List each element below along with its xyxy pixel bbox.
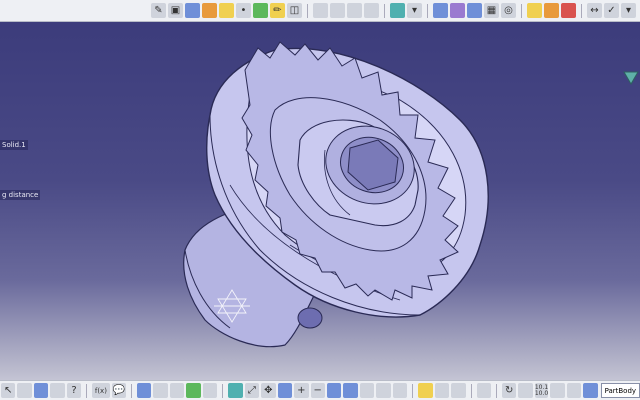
table-icon[interactable] (137, 383, 152, 398)
toolbar-separator (470, 383, 472, 398)
toolbar-separator (86, 383, 88, 398)
zoom-out-icon[interactable]: − (310, 383, 325, 398)
lock-icon[interactable] (169, 383, 185, 398)
toolbar-separator (131, 383, 132, 398)
swap-space-icon[interactable] (392, 383, 408, 398)
parameters-icon[interactable] (550, 383, 565, 398)
fly-icon[interactable] (228, 383, 243, 398)
toolbar-separator (495, 383, 497, 398)
measure-item-icon[interactable] (566, 383, 582, 398)
show-icon[interactable] (202, 383, 218, 398)
select-icon[interactable]: ↖ (1, 383, 16, 398)
toolbar-separator (412, 383, 414, 398)
part-body-selector[interactable]: PartBody (600, 383, 640, 398)
redo-icon[interactable] (50, 383, 65, 398)
fit-icon[interactable] (153, 383, 168, 398)
coords-readout: 10.1 10.0 (534, 383, 549, 398)
mirror-icon[interactable] (451, 383, 466, 398)
light-icon[interactable] (418, 383, 433, 398)
bottom-toolbar: ↖ ? f(x) 💬 ⤢ ✥ + − ↻ 10.1 10.0 PartBody (0, 380, 640, 400)
camera-icon[interactable] (434, 383, 450, 398)
hide-show-icon[interactable] (376, 383, 391, 398)
coords-line-2: 10.0 (534, 389, 549, 397)
zoom-all-icon[interactable]: ⤢ (244, 383, 260, 398)
help-icon[interactable]: ? (66, 383, 82, 398)
undo-icon[interactable] (33, 383, 49, 398)
update-icon[interactable]: ↻ (501, 383, 517, 398)
record-icon[interactable] (476, 383, 491, 398)
pan-icon[interactable]: ✥ (261, 383, 276, 398)
partbody-icon[interactable] (583, 383, 598, 398)
rotate-icon[interactable] (277, 383, 293, 398)
scene-icon[interactable] (186, 383, 201, 398)
gear-part[interactable] (183, 41, 489, 348)
zoom-in-icon[interactable]: + (294, 383, 309, 398)
formula-icon[interactable]: f(x) (92, 383, 110, 398)
normal-view-icon[interactable] (326, 383, 342, 398)
constraint-icon[interactable] (518, 383, 533, 398)
gear-model-viewport[interactable] (0, 0, 640, 400)
comment-icon[interactable]: 💬 (111, 383, 127, 398)
render-style-icon[interactable] (359, 383, 375, 398)
iso-view-icon[interactable] (343, 383, 358, 398)
catalog-icon[interactable] (17, 383, 32, 398)
toolbar-separator (222, 383, 224, 398)
